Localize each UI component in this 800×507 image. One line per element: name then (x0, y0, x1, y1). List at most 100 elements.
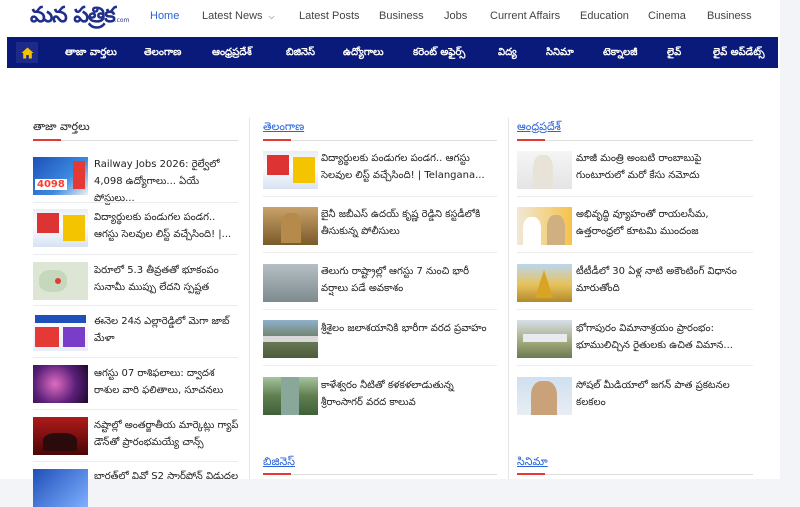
thumb-person (281, 213, 301, 243)
top-nav-cinema[interactable]: Cinema (648, 10, 686, 22)
thumbnail-job-mela[interactable] (33, 313, 88, 351)
news-title[interactable]: Railway Jobs 2026: రైల్వేలో 4,098 ఉద్యోగ… (94, 156, 242, 207)
home-button[interactable] (16, 42, 38, 63)
news-title[interactable]: సోషల్ మీడియాలో జగన్ పాత ప్రకటనల కలకలం (576, 377, 752, 411)
thumbnail-jagan[interactable] (517, 377, 572, 415)
section-rule (263, 140, 497, 141)
news-title[interactable]: శ్రీశైలం జలాశయానికి భారీగా వరద ప్రవాహం (321, 320, 497, 337)
thumbnail-phone[interactable] (33, 469, 88, 507)
thumb-calendar-red (267, 155, 289, 175)
top-header: మన పత్రిక.com Home Latest News ⌵ Latest P… (0, 0, 780, 36)
main-nav-cinema[interactable]: సినిమా (546, 46, 574, 60)
thumbnail-canal[interactable] (263, 377, 318, 415)
news-title[interactable]: భోగాపురం విమానాశ్రయం ప్రారంభం: భూములిచ్చ… (576, 320, 752, 354)
column-divider (508, 118, 509, 479)
thumb-calendar-yellow (293, 157, 315, 183)
section-accent (517, 473, 545, 475)
thumbnail-map[interactable] (33, 262, 88, 300)
news-title[interactable]: ఈనెల 24న ఎల్లారెడ్డిలో మెగా జాబ్ మేళా (94, 313, 242, 347)
news-title[interactable]: అభివృద్ధి వ్యూహంతో రాయలసీమ, ఉత్తరాంధ్రలో… (576, 206, 752, 240)
thumb-badge: 4098 (35, 179, 67, 190)
thumb-water (281, 377, 299, 415)
section-rule (33, 140, 238, 141)
item-separator (33, 409, 238, 410)
thumb-calendar-yellow (63, 215, 85, 241)
thumb-person (531, 381, 557, 415)
news-title[interactable]: విద్యార్థులకు పండుగల పండగ.. ఆగస్టు సెలవు… (321, 150, 497, 184)
news-title[interactable]: విద్యార్థులకు పండుగల పండగ.. ఆగస్టు సెలవు… (94, 209, 242, 243)
thumbnail-rain[interactable] (263, 264, 318, 302)
item-separator (33, 461, 238, 462)
thumb-person (533, 155, 553, 189)
section-rule (263, 474, 497, 475)
thumb-person (523, 217, 541, 245)
thumb-land (39, 270, 67, 292)
main-nav-live-updates[interactable]: లైవ్ అప్‌డేట్స్ (713, 46, 765, 60)
section-rule (517, 140, 753, 141)
news-title[interactable]: తెలుగు రాష్ట్రాల్లో ఆగస్టు 7 నుంచి భారీ … (321, 263, 497, 297)
item-separator (263, 196, 497, 197)
thumb-dam-wall (263, 336, 318, 342)
map-pin-icon (55, 278, 61, 284)
news-title[interactable]: కాళేశ్వరం నీటితో కళకళలాడుతున్న శ్రీరాంసా… (321, 377, 497, 411)
thumb-terminal (523, 334, 567, 342)
main-nav-education[interactable]: విద్య (498, 46, 517, 60)
home-icon (21, 47, 33, 58)
news-title[interactable]: నష్టాల్లో అంతర్జాతీయ మార్కెట్లు గ్యాప్ డ… (94, 417, 242, 451)
main-nav-telangana[interactable]: తెలంగాణ (144, 46, 181, 60)
thumbnail-calendar[interactable] (263, 151, 318, 189)
news-title[interactable]: టీటీడీలో 30 ఏళ్ల నాటి అకౌంటింగ్ విధానం మ… (576, 263, 752, 297)
item-separator (263, 309, 497, 310)
main-nav-andhra[interactable]: ఆంధ్రప్రదేశ్ (212, 46, 252, 60)
thumbnail-police[interactable] (263, 207, 318, 245)
site-logo[interactable]: మన పత్రిక.com (30, 3, 129, 33)
top-nav-latest-news[interactable]: Latest News ⌵ (202, 10, 275, 22)
main-nav-live[interactable]: లైవ్ (667, 46, 681, 60)
thumbnail-airport[interactable] (517, 320, 572, 358)
item-separator (517, 252, 753, 253)
top-nav-business-2[interactable]: Business (707, 10, 752, 22)
section-accent (263, 139, 291, 141)
main-nav-jobs[interactable]: ఉద్యోగాలు (343, 46, 384, 60)
thumbnail-minister[interactable] (517, 151, 572, 189)
news-title[interactable]: బైనీ జబీఎస్ ఉదయ్ కృష్ణ రెడ్డిని కస్టడీలో… (321, 206, 497, 240)
top-nav-education[interactable]: Education (580, 10, 629, 22)
top-nav-business[interactable]: Business (379, 10, 424, 22)
thumb-block (63, 327, 85, 347)
top-nav-latest-posts[interactable]: Latest Posts (299, 10, 360, 22)
section-rule (517, 474, 753, 475)
top-nav-home[interactable]: Home (150, 10, 179, 22)
thumbnail-temple[interactable] (517, 264, 572, 302)
news-title[interactable]: పెరూలో 5.3 తీవ్రతతో భూకంపం సునామీ ముప్పు… (94, 262, 242, 296)
thumb-block (35, 327, 59, 347)
thumbnail-zodiac[interactable] (33, 365, 88, 403)
section-title-business[interactable]: బిజినెస్ (263, 455, 295, 471)
main-nav-latest-news[interactable]: తాజా వార్తలు (65, 46, 117, 60)
top-nav-current-affairs[interactable]: Current Affairs (490, 10, 560, 22)
section-accent (263, 473, 291, 475)
news-title[interactable]: ఆగస్టు 07 రాశిఫలాలు: ద్వాదశ రాశుల వారి ఫ… (94, 365, 242, 399)
main-nav-business[interactable]: బిజినెస్ (286, 46, 315, 60)
main-nav: తాజా వార్తలు తెలంగాణ ఆంధ్రప్రదేశ్ బిజినె… (7, 37, 778, 68)
news-title[interactable]: మాజీ మంత్రి అంబటి రాంబాబుపై గుంటూరులో మర… (576, 150, 752, 184)
top-nav-jobs[interactable]: Jobs (444, 10, 467, 22)
section-title[interactable]: ఆంధ్రప్రదేశ్ (517, 120, 561, 136)
item-separator (517, 365, 753, 366)
section-accent (517, 139, 545, 141)
main-nav-current-affairs[interactable]: కరెంట్ అఫైర్స్ (413, 46, 465, 60)
item-separator (517, 309, 753, 310)
section-title[interactable]: తాజా వార్తలు (33, 120, 90, 136)
thumbnail-railway-jobs[interactable]: 4098 (33, 157, 88, 195)
thumbnail-market[interactable] (33, 417, 88, 455)
thumb-figure (73, 161, 85, 189)
section-title[interactable]: తెలంగాణ (263, 120, 304, 136)
thumb-gopuram (535, 270, 553, 298)
item-separator (263, 365, 497, 366)
thumbnail-dam[interactable] (263, 320, 318, 358)
section-accent (33, 139, 61, 141)
thumbnail-calendar[interactable] (33, 209, 88, 247)
section-title-cinema[interactable]: సినిమా (517, 455, 548, 471)
news-title[interactable]: భారత్‌లో వివో S2 స్మార్ట్‌ఫోన్ విడుదల (94, 468, 242, 479)
main-nav-technology[interactable]: టెక్నాలజీ (603, 46, 637, 60)
thumbnail-leaders[interactable] (517, 207, 572, 245)
